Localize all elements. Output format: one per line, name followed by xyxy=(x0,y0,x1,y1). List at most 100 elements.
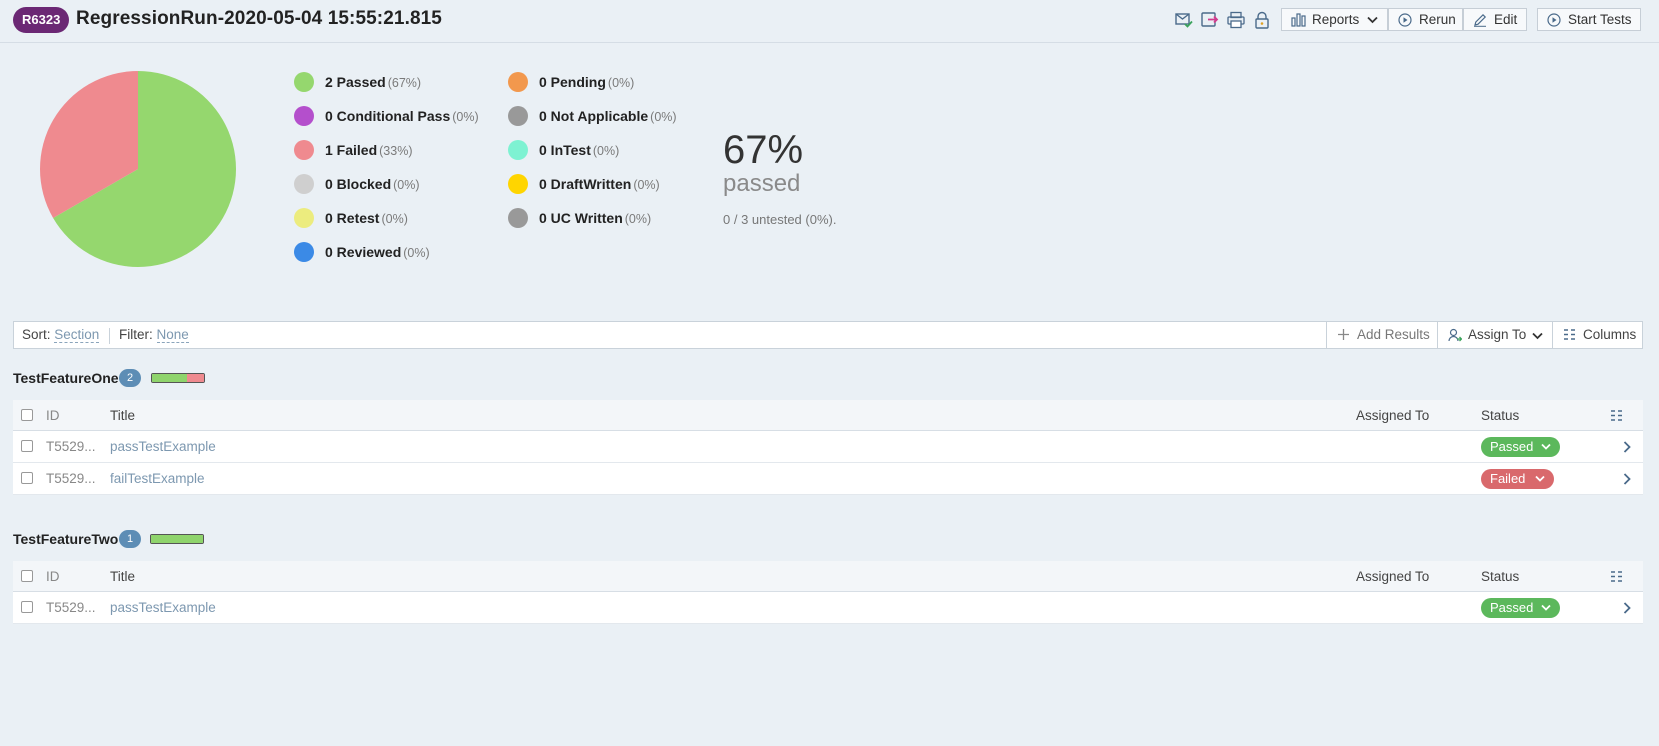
status-pie-chart xyxy=(40,71,236,267)
chevron-right-icon[interactable] xyxy=(1623,473,1631,485)
legend-color-dot xyxy=(294,208,314,228)
select-all-checkbox[interactable] xyxy=(21,570,33,582)
progress-passed-segment xyxy=(151,535,203,543)
table-header: ID Title Assigned To Status xyxy=(13,561,1643,592)
legend-label-text: 0 InTest xyxy=(539,142,591,158)
chevron-right-icon[interactable] xyxy=(1623,602,1631,614)
legend-color-dot xyxy=(508,174,528,194)
chevron-down-icon xyxy=(1532,332,1543,340)
legend-label-text: 0 Retest xyxy=(325,210,380,226)
legend-label: 0 UC Written (0%) xyxy=(539,206,651,231)
legend-label: 0 Conditional Pass (0%) xyxy=(325,104,479,129)
sort-label: Sort: xyxy=(22,327,51,342)
status-label: Passed xyxy=(1490,439,1534,454)
chevron-down-icon xyxy=(1541,443,1551,450)
add-results-label: Add Results xyxy=(1357,327,1430,342)
page-title: RegressionRun-2020-05-04 15:55:21.815 xyxy=(76,8,442,29)
legend-color-dot xyxy=(294,72,314,92)
columns-icon[interactable] xyxy=(1610,409,1623,422)
columns-icon xyxy=(1564,329,1575,340)
legend-percent: (0%) xyxy=(624,212,652,226)
export-icon[interactable] xyxy=(1201,11,1219,29)
row-checkbox[interactable] xyxy=(21,440,33,452)
add-results-button[interactable]: Add Results xyxy=(1326,322,1437,348)
sort-control: Sort: Section xyxy=(22,327,100,343)
legend-color-dot xyxy=(294,140,314,160)
lock-icon[interactable] xyxy=(1253,11,1271,29)
filter-label: Filter: xyxy=(119,327,153,342)
progress-failed-segment xyxy=(186,374,204,382)
legend-label: 0 DraftWritten (0%) xyxy=(539,172,660,197)
column-header-id[interactable]: ID xyxy=(46,569,60,584)
rerun-button[interactable]: Rerun xyxy=(1388,8,1463,31)
assign-to-button[interactable]: Assign To xyxy=(1437,322,1552,348)
reports-button[interactable]: Reports xyxy=(1281,8,1388,31)
legend-color-dot xyxy=(294,106,314,126)
email-check-icon[interactable] xyxy=(1175,11,1193,29)
column-header-status[interactable]: Status xyxy=(1481,408,1519,423)
legend-label-text: 0 DraftWritten xyxy=(539,176,632,192)
column-header-assigned[interactable]: Assigned To xyxy=(1356,569,1429,584)
page-header: R6323 RegressionRun-2020-05-04 15:55:21.… xyxy=(0,0,1659,43)
legend-label: 0 Blocked (0%) xyxy=(325,172,420,197)
columns-button[interactable]: Columns xyxy=(1552,322,1642,348)
test-title-link[interactable]: passTestExample xyxy=(110,600,216,615)
column-header-title[interactable]: Title xyxy=(110,408,135,423)
legend-color-dot xyxy=(508,106,528,126)
results-toolbar: Sort: Section Filter: None Add Results A… xyxy=(13,321,1643,349)
chevron-down-icon xyxy=(1367,16,1378,24)
legend-percent: (0%) xyxy=(403,246,430,260)
passed-percent: 67% xyxy=(723,128,804,172)
table-row[interactable]: T5529... passTestExample Passed xyxy=(13,592,1643,624)
section-count-badge: 1 xyxy=(119,530,141,548)
legend-percent: (0%) xyxy=(592,144,620,158)
status-label: Failed xyxy=(1490,471,1526,486)
bar-chart-icon xyxy=(1291,13,1306,27)
filter-value-link[interactable]: None xyxy=(156,327,189,343)
sort-value-link[interactable]: Section xyxy=(54,327,100,343)
play-circle-icon xyxy=(1547,13,1561,27)
assign-user-icon xyxy=(1448,328,1462,342)
edit-label: Edit xyxy=(1494,12,1518,27)
legend-label: 2 Passed (67%) xyxy=(325,70,421,95)
section-title[interactable]: TestFeatureTwo xyxy=(13,531,118,547)
filter-control: Filter: None xyxy=(119,327,189,343)
columns-icon[interactable] xyxy=(1610,570,1623,583)
column-header-status[interactable]: Status xyxy=(1481,569,1519,584)
edit-button[interactable]: Edit xyxy=(1463,8,1527,31)
start-tests-button[interactable]: Start Tests xyxy=(1537,8,1641,31)
test-title-link[interactable]: failTestExample xyxy=(110,471,205,486)
legend-color-dot xyxy=(508,208,528,228)
legend-label-text: 0 Blocked xyxy=(325,176,392,192)
status-dropdown[interactable]: Passed xyxy=(1481,437,1560,457)
status-dropdown[interactable]: Passed xyxy=(1481,598,1560,618)
legend-label-text: 1 Failed xyxy=(325,142,378,158)
run-id-badge: R6323 xyxy=(13,7,70,33)
legend-percent: (0%) xyxy=(381,212,408,226)
legend-percent: (0%) xyxy=(633,178,660,192)
legend-percent: (0%) xyxy=(607,76,635,90)
section-count-badge: 2 xyxy=(119,369,141,387)
row-checkbox[interactable] xyxy=(21,601,33,613)
test-id: T5529... xyxy=(46,439,96,454)
row-checkbox[interactable] xyxy=(21,472,33,484)
print-icon[interactable] xyxy=(1227,11,1245,29)
status-dropdown[interactable]: Failed xyxy=(1481,469,1554,489)
legend-color-dot xyxy=(508,72,528,92)
column-header-assigned[interactable]: Assigned To xyxy=(1356,408,1429,423)
section-title[interactable]: TestFeatureOne xyxy=(13,370,119,386)
status-label: Passed xyxy=(1490,600,1534,615)
legend-label-text: 0 Not Applicable xyxy=(539,108,649,124)
select-all-checkbox[interactable] xyxy=(21,409,33,421)
legend-label: 0 Not Applicable (0%) xyxy=(539,104,677,129)
table-row[interactable]: T5529... failTestExample Failed xyxy=(13,463,1643,495)
column-header-id[interactable]: ID xyxy=(46,408,60,423)
column-header-title[interactable]: Title xyxy=(110,569,135,584)
start-tests-label: Start Tests xyxy=(1568,12,1632,27)
test-title-link[interactable]: passTestExample xyxy=(110,439,216,454)
legend-color-dot xyxy=(508,140,528,160)
table-row[interactable]: T5529... passTestExample Passed xyxy=(13,431,1643,463)
legend-label-text: 0 UC Written xyxy=(539,210,623,226)
assign-to-label: Assign To xyxy=(1468,327,1527,342)
chevron-right-icon[interactable] xyxy=(1623,441,1631,453)
